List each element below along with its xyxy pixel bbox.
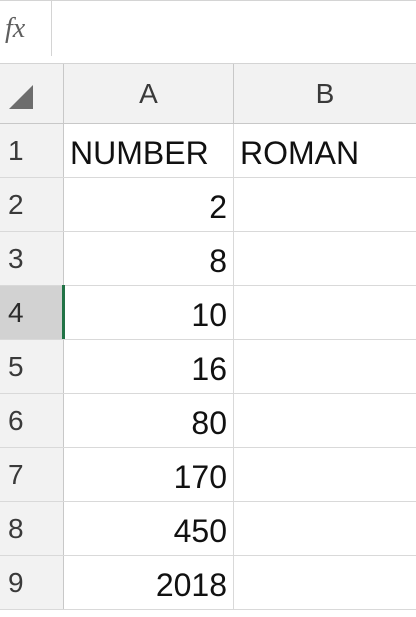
column-header-b[interactable]: B <box>234 64 416 123</box>
row-header[interactable]: 6 <box>0 394 64 447</box>
table-row: 1 NUMBER ROMAN <box>0 124 416 178</box>
column-header-row: A B <box>0 64 416 124</box>
cell-a3[interactable]: 8 <box>64 232 234 285</box>
cell-a5[interactable]: 16 <box>64 340 234 393</box>
row-header[interactable]: 7 <box>0 448 64 501</box>
row-header[interactable]: 3 <box>0 232 64 285</box>
cell-a2[interactable]: 2 <box>64 178 234 231</box>
cell-b5[interactable] <box>234 340 416 393</box>
row-header[interactable]: 1 <box>0 124 64 177</box>
fx-icon: fx <box>5 13 26 44</box>
row-header[interactable]: 2 <box>0 178 64 231</box>
column-header-a[interactable]: A <box>64 64 234 123</box>
cell-b3[interactable] <box>234 232 416 285</box>
cell-b6[interactable] <box>234 394 416 447</box>
table-row: 38 <box>0 232 416 286</box>
formula-bar-separator <box>0 56 416 64</box>
table-row: 22 <box>0 178 416 232</box>
cell-a9[interactable]: 2018 <box>64 556 234 609</box>
cell-a6[interactable]: 80 <box>64 394 234 447</box>
active-cell-indicator <box>62 285 65 339</box>
select-all-button[interactable] <box>0 64 64 123</box>
formula-input[interactable] <box>53 1 416 64</box>
row-header[interactable]: 4 <box>0 286 64 339</box>
cell-b1[interactable]: ROMAN <box>234 124 416 177</box>
formula-bar: fx <box>0 0 416 64</box>
cell-b8[interactable] <box>234 502 416 555</box>
cell-a8[interactable]: 450 <box>64 502 234 555</box>
table-row: 4 10 <box>0 285 416 340</box>
cell-a4[interactable]: 10 <box>64 286 234 339</box>
spreadsheet: fx A B 1 NUMBER ROMAN 2 2 3 8 4 10 5 16 6 80 7 170 8 450… <box>0 0 416 617</box>
row-header[interactable]: 9 <box>0 556 64 609</box>
cell-b7[interactable] <box>234 448 416 501</box>
cell-b2[interactable] <box>234 178 416 231</box>
bottom-edge <box>0 610 416 617</box>
cell-a1[interactable]: NUMBER <box>64 124 234 177</box>
table-row: 7 170 <box>0 448 416 502</box>
table-row: 9 2018 <box>0 556 416 610</box>
cell-b4[interactable] <box>234 286 416 339</box>
cell-a7[interactable]: 170 <box>64 448 234 501</box>
select-all-triangle-icon <box>9 85 33 109</box>
table-row: 8 450 <box>0 502 416 556</box>
cell-b9[interactable] <box>234 556 416 609</box>
row-header[interactable]: 8 <box>0 502 64 555</box>
table-row: 6 80 <box>0 394 416 448</box>
table-row: 5 16 <box>0 340 416 394</box>
row-header[interactable]: 5 <box>0 340 64 393</box>
insert-function-button[interactable]: fx <box>0 1 52 64</box>
